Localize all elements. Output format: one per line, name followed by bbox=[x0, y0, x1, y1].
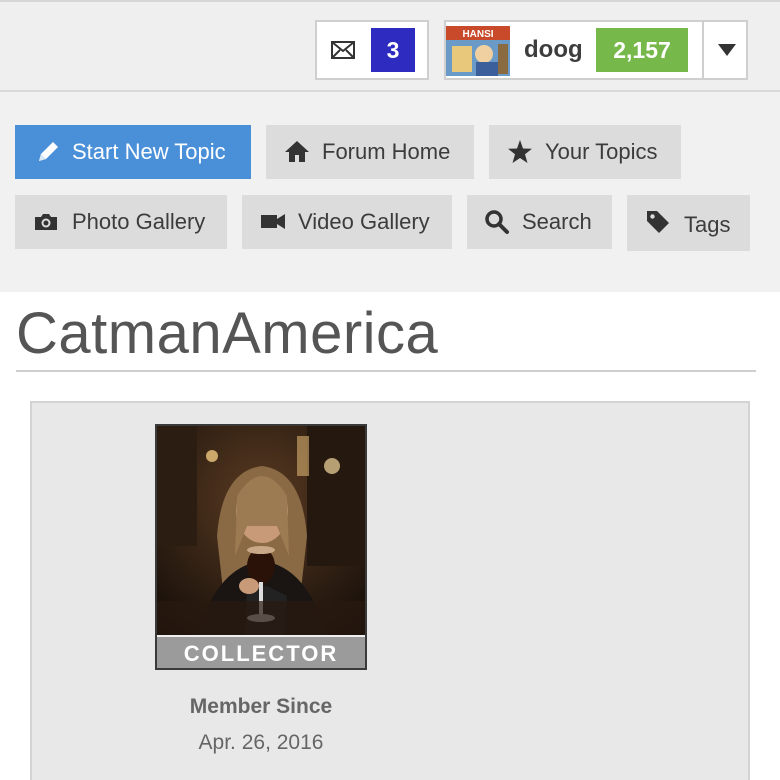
username[interactable]: doog bbox=[524, 36, 583, 64]
video-gallery-button[interactable]: Video Gallery bbox=[242, 195, 452, 249]
member-since-label: Member Since bbox=[189, 695, 333, 718]
profile-card: COLLECTOR Member Since Apr. 26, 2016 bbox=[30, 401, 750, 780]
start-new-topic-label: Start New Topic bbox=[72, 139, 226, 164]
forum-home-label: Forum Home bbox=[322, 139, 451, 164]
search-icon bbox=[485, 210, 509, 234]
title-divider bbox=[16, 370, 756, 372]
forum-nav: Start New Topic Forum Home Your Topics P… bbox=[0, 92, 780, 292]
forum-home-button[interactable]: Forum Home bbox=[266, 125, 474, 179]
your-topics-label: Your Topics bbox=[545, 139, 658, 164]
video-camera-icon bbox=[261, 214, 285, 229]
points-badge: 2,157 bbox=[596, 28, 688, 72]
caret-down-icon bbox=[718, 44, 736, 56]
tags-button[interactable]: Tags bbox=[627, 195, 750, 251]
member-since-date: Apr. 26, 2016 bbox=[198, 731, 324, 754]
user-bar: 3 HANSI doog 2,157 bbox=[0, 0, 780, 92]
camera-icon bbox=[35, 214, 57, 230]
rank-badge: COLLECTOR bbox=[157, 635, 365, 668]
profile-photo-image bbox=[157, 426, 365, 636]
user-menu-dropdown-button[interactable] bbox=[702, 22, 748, 78]
messages-count-badge: 3 bbox=[371, 28, 415, 72]
search-button[interactable]: Search bbox=[467, 195, 612, 249]
envelope-icon bbox=[331, 41, 355, 59]
tags-label: Tags bbox=[684, 212, 731, 237]
your-topics-button[interactable]: Your Topics bbox=[489, 125, 681, 179]
home-icon bbox=[285, 141, 309, 162]
user-menu[interactable]: HANSI doog 2,157 bbox=[444, 20, 748, 80]
photo-gallery-button[interactable]: Photo Gallery bbox=[15, 195, 227, 249]
video-gallery-label: Video Gallery bbox=[298, 209, 430, 234]
photo-gallery-label: Photo Gallery bbox=[72, 209, 206, 234]
page-title: CatmanAmerica bbox=[16, 301, 439, 366]
profile-photo: COLLECTOR bbox=[155, 424, 367, 670]
avatar[interactable]: HANSI bbox=[446, 26, 510, 76]
start-new-topic-button[interactable]: Start New Topic bbox=[15, 125, 251, 179]
search-label: Search bbox=[522, 209, 592, 234]
star-icon bbox=[508, 140, 532, 163]
svg-text:HANSI: HANSI bbox=[462, 29, 493, 40]
pencil-icon bbox=[39, 142, 58, 161]
tag-icon bbox=[647, 211, 669, 233]
messages-button[interactable]: 3 bbox=[315, 20, 429, 80]
